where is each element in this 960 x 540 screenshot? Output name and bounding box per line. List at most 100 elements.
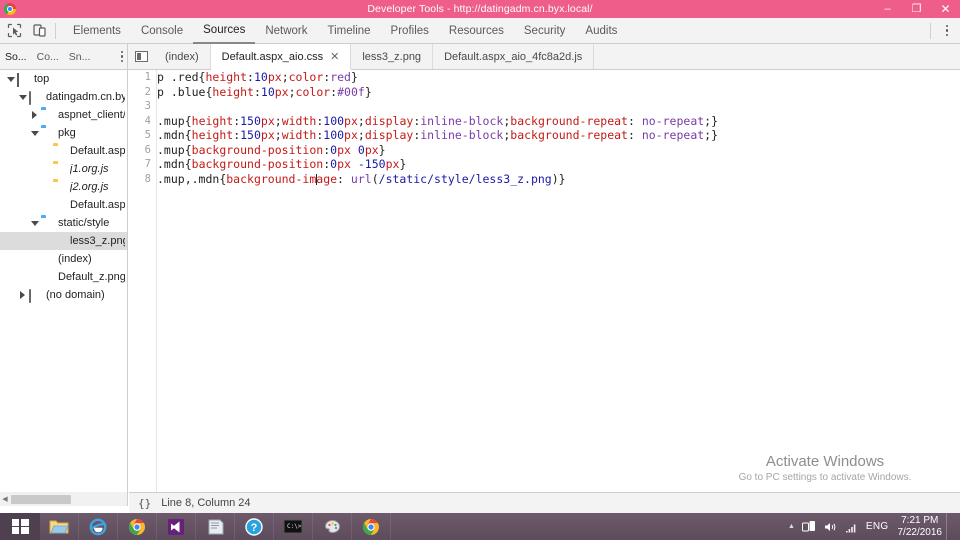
folder-icon xyxy=(41,218,54,229)
tree-item-aspnet-client[interactable]: aspnet_client/s xyxy=(0,106,127,124)
tray-overflow-icon[interactable]: ▲ xyxy=(788,523,795,530)
file-icon xyxy=(41,254,54,265)
inspect-element-icon[interactable] xyxy=(3,20,25,42)
navtab-snippets[interactable]: Sn... xyxy=(64,51,96,63)
file-tab-less3-z-png[interactable]: less3_z.png xyxy=(351,44,434,69)
tree-item-label: (no domain) xyxy=(46,289,105,301)
scrollbar-thumb[interactable] xyxy=(11,494,71,504)
taskbar-internet-explorer-icon[interactable] xyxy=(79,513,118,540)
tree-item-label: (index) xyxy=(58,253,92,265)
clock-date: 7/22/2016 xyxy=(897,526,943,538)
panel-tabs: Elements Console Sources Network Timelin… xyxy=(63,18,627,44)
tab-sources[interactable]: Sources xyxy=(193,18,256,44)
navigator-menu-icon[interactable] xyxy=(120,50,123,63)
code-line-5: .mdn{height:150px;width:100px;display:in… xyxy=(157,128,719,142)
code-line-1: p .red{height:10px;color:red} xyxy=(157,70,358,84)
sidebar-horizontal-scrollbar[interactable]: ◀ xyxy=(0,492,128,506)
devtools-window: Developer Tools - http://datingadm.cn.by… xyxy=(0,0,960,540)
maximize-button[interactable]: ❐ xyxy=(902,0,931,18)
taskbar-help-icon[interactable]: ? xyxy=(235,513,274,540)
code-line-7: .mdn{background-position:0px -150px} xyxy=(157,157,407,171)
chevron-down-icon[interactable] xyxy=(30,129,39,138)
tab-timeline[interactable]: Timeline xyxy=(318,18,381,44)
tree-item-label: pkg xyxy=(58,127,76,139)
tab-audits[interactable]: Audits xyxy=(575,18,627,44)
chevron-down-icon[interactable] xyxy=(18,93,27,102)
windows-taskbar: ? C:\> ▲ ENG 7:21 PM 7/22/2016 xyxy=(0,513,960,540)
tab-profiles[interactable]: Profiles xyxy=(381,18,439,44)
scroll-left-icon[interactable]: ◀ xyxy=(0,495,10,503)
system-tray: ▲ ENG 7:21 PM 7/22/2016 xyxy=(788,513,960,540)
chevron-right-icon[interactable] xyxy=(18,291,27,300)
taskbar-notepad-icon[interactable] xyxy=(196,513,235,540)
tree-item-datingadm[interactable]: datingadm.cn.by xyxy=(0,88,127,106)
chevron-right-icon[interactable] xyxy=(30,111,39,120)
chevron-down-icon[interactable] xyxy=(30,219,39,228)
tab-console[interactable]: Console xyxy=(131,18,193,44)
line-number: 6 xyxy=(144,143,151,156)
taskbar-file-explorer-icon[interactable] xyxy=(40,513,79,540)
minimize-button[interactable]: – xyxy=(873,0,902,18)
start-button[interactable] xyxy=(0,513,40,540)
tree-item-index[interactable]: (index) xyxy=(0,250,127,268)
volume-icon[interactable] xyxy=(824,521,837,533)
line-number: 7 xyxy=(144,158,151,170)
tree-item-top[interactable]: top xyxy=(0,70,127,88)
clock[interactable]: 7:21 PM 7/22/2016 xyxy=(898,515,943,539)
navtab-sources[interactable]: So... xyxy=(0,51,32,63)
file-tab-index[interactable]: (index) xyxy=(154,44,211,69)
show-desktop-button[interactable] xyxy=(946,513,954,540)
frame-icon xyxy=(17,72,30,87)
navigator-tabs: So... Co... Sn... xyxy=(0,44,128,69)
editor-vertical-scrollbar[interactable] xyxy=(949,70,960,492)
taskbar-chrome-icon-2[interactable] xyxy=(352,513,391,540)
tree-item-label: j1.org.js xyxy=(70,163,109,175)
format-code-icon[interactable]: {} xyxy=(129,497,161,510)
window-controls: – ❐ ✕ xyxy=(873,0,960,18)
devtools-menu-icon[interactable] xyxy=(939,21,955,41)
tab-resources[interactable]: Resources xyxy=(439,18,514,44)
cloud-icon xyxy=(29,288,42,303)
network-icon[interactable] xyxy=(801,520,816,533)
tree-item-default-z-png[interactable]: Default_z.png xyxy=(0,268,127,286)
navtab-content-scripts[interactable]: Co... xyxy=(32,51,64,63)
tree-item-no-domain[interactable]: (no domain) xyxy=(0,286,127,304)
tree-item-label: Default.aspx xyxy=(70,199,125,211)
tree-item-default-aspx-2[interactable]: Default.aspx xyxy=(0,196,127,214)
tree-item-static-style[interactable]: static/style xyxy=(0,214,127,232)
language-indicator[interactable]: ENG xyxy=(866,521,889,532)
taskbar-command-prompt-icon[interactable]: C:\> xyxy=(274,513,313,540)
tree-item-j1-org-js[interactable]: j1.org.js xyxy=(0,160,127,178)
signal-icon[interactable] xyxy=(845,521,858,533)
code-content[interactable]: p .red{height:10px;color:red} p .blue{he… xyxy=(157,70,948,186)
file-tab-label: less3_z.png xyxy=(362,50,422,63)
file-tabs: (index) Default.aspx_aio.css ✕ less3_z.p… xyxy=(128,44,960,70)
panel-toggle-icon[interactable] xyxy=(128,44,154,69)
file-tab-default-aspx-aio-js[interactable]: Default.aspx_aio_4fc8a2d.js xyxy=(433,44,595,69)
close-button[interactable]: ✕ xyxy=(931,0,960,18)
tab-elements[interactable]: Elements xyxy=(63,18,131,44)
file-tab-default-aspx-aio-css[interactable]: Default.aspx_aio.css ✕ xyxy=(210,44,352,70)
taskbar-visual-studio-icon[interactable] xyxy=(157,513,196,540)
tree-item-default-aspx-1[interactable]: Default.aspx xyxy=(0,142,127,160)
chevron-down-icon[interactable] xyxy=(6,75,15,84)
line-number: 5 xyxy=(144,129,151,141)
tab-network[interactable]: Network xyxy=(255,18,317,44)
toolbar-right-divider xyxy=(930,22,931,39)
taskbar-paint-icon[interactable] xyxy=(313,513,352,540)
tree-item-j2-org-js[interactable]: j2.org.js xyxy=(0,178,127,196)
tree-item-label: less3_z.png xyxy=(70,235,125,247)
taskbar-chrome-icon[interactable] xyxy=(118,513,157,540)
close-icon[interactable]: ✕ xyxy=(330,50,339,63)
tree-item-less3-z-png[interactable]: less3_z.png xyxy=(0,232,127,250)
folder-icon xyxy=(53,164,66,175)
code-editor[interactable]: 1 2 3 4 5 6 7 8 p .red{height:10px;color… xyxy=(129,70,960,492)
tab-security[interactable]: Security xyxy=(514,18,576,44)
file-tree-sidebar[interactable]: top datingadm.cn.by aspnet_client/s pkg … xyxy=(0,70,128,492)
tree-item-pkg[interactable]: pkg xyxy=(0,124,127,142)
device-toolbar-icon[interactable] xyxy=(28,20,50,42)
